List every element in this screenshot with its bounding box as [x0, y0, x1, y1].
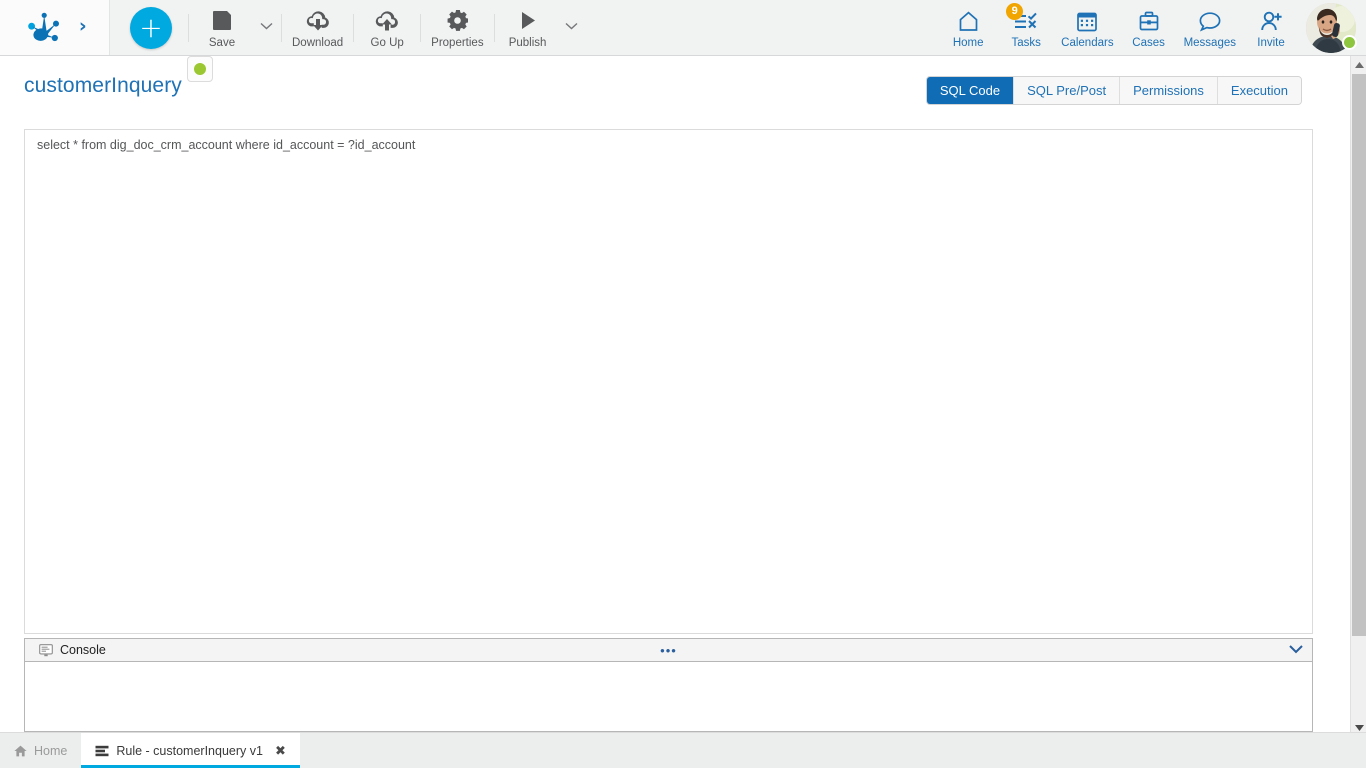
console-title: Console — [39, 643, 106, 657]
toolbar-divider — [281, 14, 282, 42]
console-monitor-icon — [39, 644, 53, 657]
rule-stack-icon — [95, 745, 109, 757]
chevron-right-icon[interactable]: › — [79, 17, 87, 38]
tab-permissions[interactable]: Permissions — [1120, 77, 1218, 104]
nav-invite-button[interactable]: Invite — [1242, 2, 1300, 54]
console-header[interactable]: Console ••• — [25, 639, 1312, 662]
nav-tasks-button[interactable]: 9 Tasks — [997, 2, 1055, 54]
nav-home-button[interactable]: Home — [939, 2, 997, 54]
sql-code-text[interactable]: select * from dig_doc_crm_account where … — [37, 138, 415, 152]
console-grip-dots[interactable]: ••• — [660, 643, 677, 658]
gear-icon — [447, 9, 468, 33]
nav-calendars-button[interactable]: Calendars — [1055, 2, 1119, 54]
tasks-badge: 9 — [1006, 3, 1023, 20]
briefcase-icon — [1137, 8, 1161, 34]
page-header: customerInquery SQL Code SQL Pre/Post Pe… — [0, 56, 1350, 122]
nav-messages-button[interactable]: Messages — [1178, 2, 1242, 54]
logo-zone: › — [0, 0, 110, 55]
toolbar-divider — [188, 14, 189, 42]
rule-status-dot — [194, 63, 206, 75]
bottom-taskbar: Home Rule - customerInquery v1 ✖ — [0, 732, 1366, 768]
publish-button[interactable]: Publish — [497, 3, 559, 53]
play-triangle-icon — [518, 9, 538, 33]
go-up-button[interactable]: Go Up — [356, 3, 418, 53]
scrollbar-thumb[interactable] — [1352, 74, 1366, 636]
taskbar-item-home[interactable]: Home — [0, 733, 81, 768]
view-tabs: SQL Code SQL Pre/Post Permissions Execut… — [926, 76, 1302, 105]
nav-home-label: Home — [953, 37, 984, 49]
page-scrollbar[interactable] — [1350, 56, 1366, 736]
nav-tasks-label: Tasks — [1011, 37, 1040, 49]
triangle-up-icon[interactable] — [1351, 56, 1366, 73]
nav-messages-label: Messages — [1184, 37, 1236, 49]
rule-status-badge[interactable] — [187, 56, 213, 82]
save-label: Save — [209, 37, 235, 49]
console-panel: Console ••• — [24, 638, 1313, 732]
console-label: Console — [60, 643, 106, 657]
calendar-icon — [1075, 8, 1099, 34]
home-small-icon — [14, 745, 27, 757]
properties-button[interactable]: Properties — [423, 3, 491, 53]
sql-code-editor[interactable]: select * from dig_doc_crm_account where … — [24, 129, 1313, 634]
avatar[interactable] — [1306, 1, 1360, 55]
taskbar-item-rule[interactable]: Rule - customerInquery v1 ✖ — [81, 733, 300, 768]
console-collapse-button[interactable] — [1288, 642, 1304, 660]
nav-cases-button[interactable]: Cases — [1120, 2, 1178, 54]
top-toolbar: › + Save — [0, 0, 1366, 56]
tab-execution[interactable]: Execution — [1218, 77, 1301, 104]
properties-label: Properties — [431, 37, 483, 49]
page-title: customerInquery — [24, 74, 182, 98]
save-dropdown-caret[interactable] — [253, 3, 279, 53]
toolbar-divider — [420, 14, 421, 42]
home-icon — [956, 8, 981, 34]
nav-calendars-label: Calendars — [1061, 37, 1113, 49]
save-button[interactable]: Save — [191, 3, 253, 53]
download-button[interactable]: Download — [284, 3, 351, 53]
toolbar-divider — [353, 14, 354, 42]
cloud-upload-icon — [374, 9, 400, 33]
toolbar-divider — [494, 14, 495, 42]
kofax-paw-logo-icon[interactable] — [26, 11, 62, 45]
console-resize-grip: ••• — [25, 644, 1312, 657]
save-floppy-icon — [211, 9, 233, 33]
person-add-icon — [1259, 8, 1284, 34]
avatar-online-status — [1342, 35, 1357, 50]
publish-dropdown-caret[interactable] — [559, 3, 585, 53]
publish-label: Publish — [509, 37, 547, 49]
tab-sql-pre-post[interactable]: SQL Pre/Post — [1014, 77, 1120, 104]
taskbar-home-label: Home — [34, 744, 67, 758]
download-label: Download — [292, 37, 343, 49]
nav-cases-label: Cases — [1132, 37, 1165, 49]
cloud-download-icon — [305, 9, 331, 33]
tab-sql-code[interactable]: SQL Code — [927, 77, 1014, 104]
toolbar-left-group: + Save Downlo — [110, 0, 939, 55]
go-up-label: Go Up — [371, 37, 404, 49]
nav-invite-label: Invite — [1257, 37, 1285, 49]
application-window: › + Save — [0, 0, 1366, 768]
taskbar-rule-label: Rule - customerInquery v1 — [116, 744, 263, 758]
add-new-button[interactable]: + — [130, 7, 172, 49]
toolbar-right-group: Home 9 Tasks — [939, 0, 1366, 55]
console-output[interactable] — [25, 662, 1312, 731]
speech-bubble-icon — [1197, 8, 1223, 34]
taskbar-close-icon[interactable]: ✖ — [275, 745, 286, 758]
